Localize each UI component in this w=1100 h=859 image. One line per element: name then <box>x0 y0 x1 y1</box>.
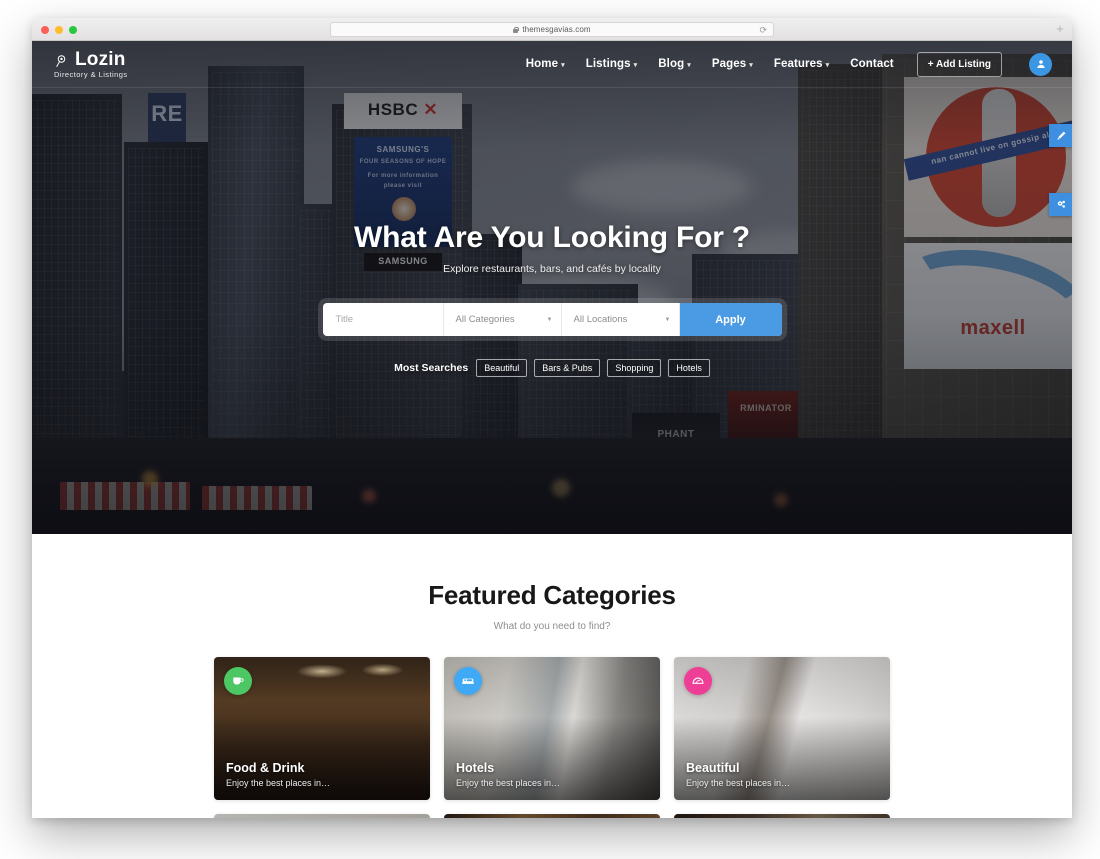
chevron-down-icon: ▾ <box>749 62 753 69</box>
nav-item-home[interactable]: Home ▾ <box>526 58 565 70</box>
nav-label: Blog <box>658 58 685 70</box>
spa-icon <box>692 677 704 684</box>
browser-chrome: themesgavias.com ⟳ + <box>32 18 1072 41</box>
section-subtitle: What do you need to find? <box>493 621 611 632</box>
chevron-down-icon: ▾ <box>825 62 830 69</box>
featured-categories-section: Featured Categories What do you need to … <box>32 534 1072 818</box>
minimize-window-button[interactable] <box>55 26 63 34</box>
category-card-bars-pubs[interactable] <box>444 814 660 818</box>
reload-icon[interactable]: ⟳ <box>759 26 767 35</box>
card-description: Enjoy the best places in… <box>686 778 791 788</box>
window-controls[interactable] <box>41 26 77 34</box>
maximize-window-button[interactable] <box>69 26 77 34</box>
card-description: Enjoy the best places in… <box>226 778 331 788</box>
card-overlay <box>214 814 430 818</box>
settings-button[interactable] <box>1049 193 1072 216</box>
search-input-placeholder: Title <box>335 314 354 325</box>
nav-label: Features <box>773 58 823 70</box>
theme-customizer-button[interactable] <box>1049 124 1072 147</box>
search-input[interactable]: Title <box>323 303 444 336</box>
category-card-shopping[interactable] <box>214 814 430 818</box>
nav-label: Home <box>525 58 559 70</box>
category-card-beautiful[interactable]: Beautiful Enjoy the best places in… <box>674 657 890 800</box>
tag-shopping[interactable]: Shopping <box>607 359 662 377</box>
bed-icon <box>462 678 474 684</box>
category-badge <box>684 667 712 695</box>
page-viewport: RE NTO HSBC ✕ <box>32 41 1072 818</box>
apply-button[interactable]: Apply <box>679 303 782 336</box>
site-header: Lozin Directory & Listings Home ▾ Listin… <box>32 41 1072 88</box>
location-select[interactable]: All Locations ▼ <box>562 303 680 336</box>
main-navigation: Home ▾ Listings ▾ Blog ▾ Pages ▾ Feature… <box>526 51 1052 77</box>
hero-content: What Are You Looking For ? Explore resta… <box>32 41 1072 534</box>
category-card-food-drink[interactable]: Food & Drink Enjoy the best places in… <box>214 657 430 800</box>
chevron-down-icon: ▼ <box>546 316 553 323</box>
category-select-value: All Categories <box>455 314 515 325</box>
category-select[interactable]: All Categories ▼ <box>444 303 562 336</box>
card-overlay <box>674 814 890 818</box>
tag-hotels[interactable]: Hotels <box>668 359 710 377</box>
address-bar[interactable]: themesgavias.com ⟳ <box>330 22 774 37</box>
location-select-value: All Locations <box>573 314 628 325</box>
close-window-button[interactable] <box>41 26 49 34</box>
logo-name: Lozin <box>75 49 126 70</box>
lock-icon <box>513 26 520 33</box>
nav-label: Listings <box>585 58 631 70</box>
card-text: Hotels Enjoy the best places in… <box>456 761 648 788</box>
nav-item-blog[interactable]: Blog ▾ <box>658 58 691 70</box>
add-listing-button[interactable]: + Add Listing <box>916 51 1002 77</box>
site-logo[interactable]: Lozin Directory & Listings <box>54 49 128 79</box>
user-icon <box>1036 60 1045 68</box>
chevron-down-icon: ▾ <box>687 62 691 69</box>
card-text: Beautiful Enjoy the best places in… <box>686 761 878 788</box>
card-title: Beautiful <box>686 761 740 775</box>
paint-brush-icon <box>1057 131 1065 140</box>
floating-toolbar <box>1049 124 1072 216</box>
gear-icon <box>1057 200 1065 208</box>
chevron-down-icon: ▾ <box>561 62 565 69</box>
chevron-down-icon: ▼ <box>664 316 671 323</box>
nav-label: Contact <box>850 58 894 70</box>
category-card-grid: Food & Drink Enjoy the best places in… H… <box>214 657 890 818</box>
logo-tagline: Directory & Listings <box>54 70 128 79</box>
plus-icon[interactable]: + <box>1054 22 1066 35</box>
tag-bars-and-pubs[interactable]: Bars & Pubs <box>534 359 601 377</box>
map-pin-icon <box>56 54 66 67</box>
search-form: Title All Categories ▼ All Locations ▼ A… <box>322 303 782 336</box>
coffee-cup-icon <box>233 677 244 685</box>
nav-item-features[interactable]: Features ▾ <box>774 58 829 70</box>
card-title: Hotels <box>456 761 495 775</box>
tag-beautiful[interactable]: Beautiful <box>476 359 528 377</box>
avatar[interactable] <box>1029 52 1052 76</box>
nav-label: Pages <box>711 58 747 70</box>
page-title: What Are You Looking For ? <box>354 221 750 254</box>
most-searches: Most Searches Beautiful Bars & Pubs Shop… <box>394 359 710 377</box>
hero-subtitle: Explore restaurants, bars, and cafés by … <box>443 263 661 275</box>
category-badge <box>224 667 252 695</box>
card-overlay <box>444 814 660 818</box>
nav-item-contact[interactable]: Contact <box>850 58 894 70</box>
hero-section: RE NTO HSBC ✕ <box>32 41 1072 534</box>
section-title: Featured Categories <box>428 580 676 610</box>
category-badge <box>454 667 482 695</box>
most-searches-label: Most Searches <box>394 362 469 374</box>
browser-window: themesgavias.com ⟳ + RE NTO <box>32 18 1072 818</box>
card-description: Enjoy the best places in… <box>456 778 561 788</box>
nav-item-pages[interactable]: Pages ▾ <box>712 58 753 70</box>
chevron-down-icon: ▾ <box>633 62 638 69</box>
url-text: themesgavias.com <box>522 25 591 34</box>
category-card-hotels[interactable]: Hotels Enjoy the best places in… <box>444 657 660 800</box>
card-title: Food & Drink <box>226 761 305 775</box>
card-text: Food & Drink Enjoy the best places in… <box>226 761 418 788</box>
category-card-restaurants[interactable] <box>674 814 890 818</box>
nav-item-listings[interactable]: Listings ▾ <box>586 58 638 70</box>
